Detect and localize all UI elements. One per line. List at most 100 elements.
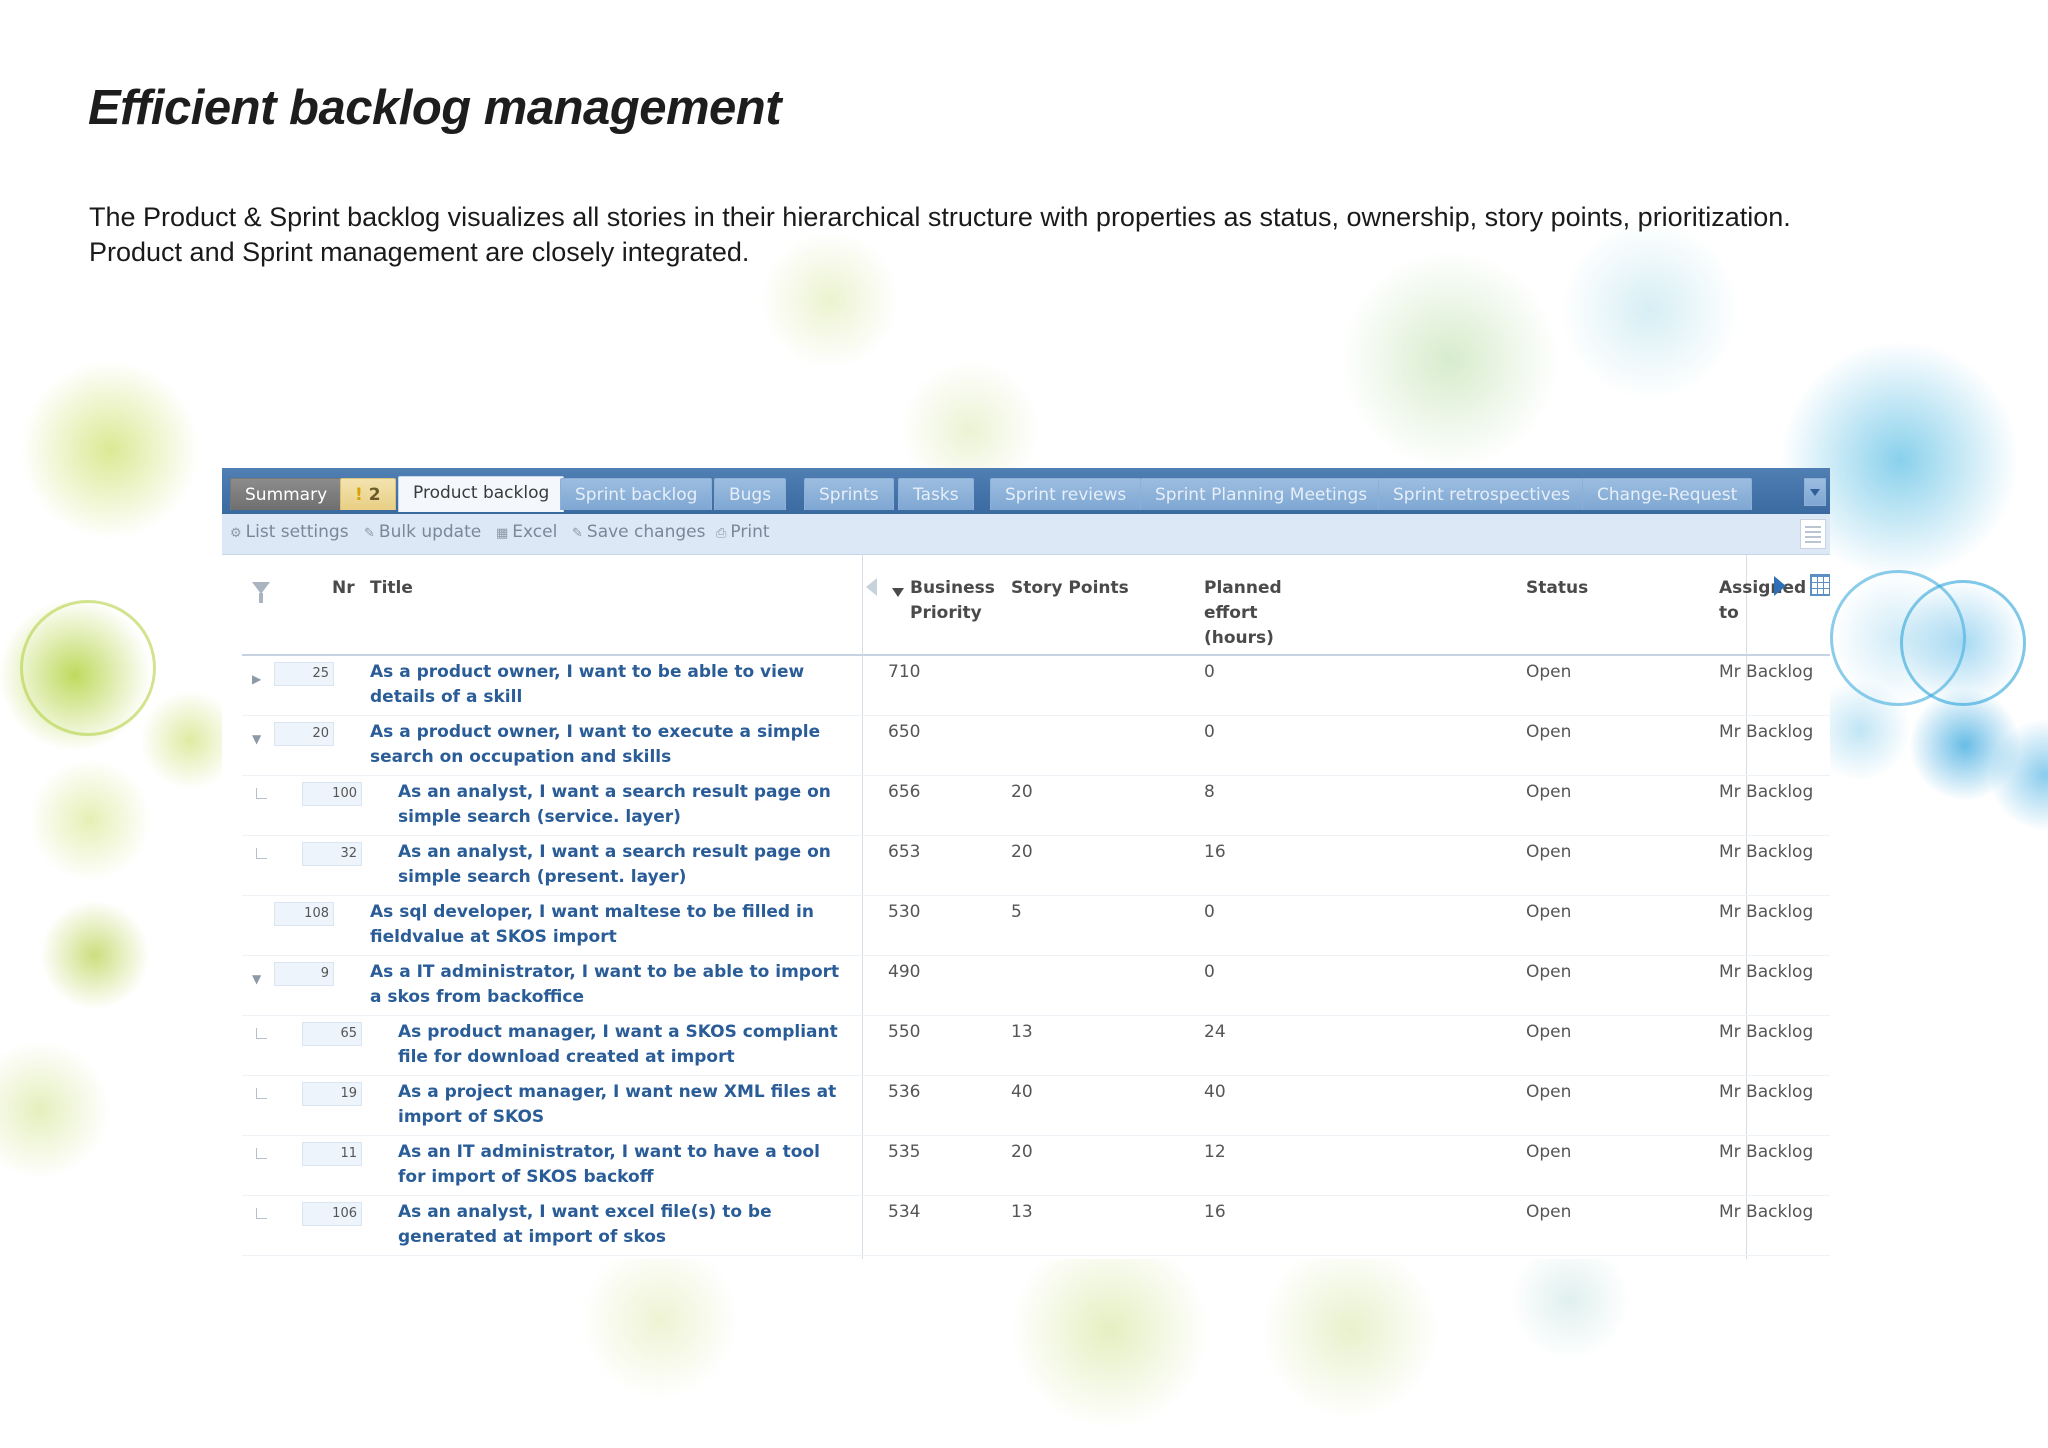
row-nr[interactable]: 100 xyxy=(302,782,362,806)
row-planned-effort[interactable]: 16 xyxy=(1204,840,1226,865)
row-status[interactable]: Open xyxy=(1526,780,1571,805)
tab-bugs[interactable]: Bugs xyxy=(714,478,787,510)
row-status[interactable]: Open xyxy=(1526,900,1571,925)
sheet-view-icon[interactable] xyxy=(1800,519,1826,549)
bulk-update-button[interactable]: ✎ Bulk update xyxy=(364,522,481,542)
tab-summary[interactable]: Summary xyxy=(230,478,343,510)
row-story-points[interactable]: 20 xyxy=(1011,780,1033,805)
row-story-points[interactable]: 13 xyxy=(1011,1200,1033,1225)
row-title-link[interactable]: As product manager, I want a SKOS compli… xyxy=(398,1020,850,1070)
row-assigned-to[interactable]: Mr Backlog xyxy=(1719,780,1813,805)
row-business-priority[interactable]: 656 xyxy=(888,780,920,805)
row-planned-effort[interactable]: 12 xyxy=(1204,1140,1226,1165)
row-assigned-to[interactable]: Mr Backlog xyxy=(1719,900,1813,925)
table-row[interactable]: ▼ 9 As a IT administrator, I want to be ab… xyxy=(242,956,1830,1016)
table-row[interactable]: 32 As an analyst, I want a search result … xyxy=(242,836,1830,896)
tab-tasks[interactable]: Tasks xyxy=(898,478,974,510)
column-header-planned-effort[interactable]: Planned effort (hours) xyxy=(1204,576,1282,651)
row-status[interactable]: Open xyxy=(1526,1200,1571,1225)
collapse-arrow-icon[interactable]: ▼ xyxy=(252,732,261,746)
row-nr[interactable]: 20 xyxy=(274,722,334,746)
column-header-nr[interactable]: Nr xyxy=(332,576,355,601)
row-business-priority[interactable]: 653 xyxy=(888,840,920,865)
row-title-link[interactable]: As a product owner, I want to be able to… xyxy=(370,660,850,710)
excel-button[interactable]: ▦ Excel xyxy=(496,522,557,542)
row-title-link[interactable]: As an analyst, I want a search result pa… xyxy=(398,780,850,830)
tab-alerts[interactable]: ! 2 xyxy=(340,478,396,510)
row-planned-effort[interactable]: 0 xyxy=(1204,720,1215,745)
row-business-priority[interactable]: 536 xyxy=(888,1080,920,1105)
row-status[interactable]: Open xyxy=(1526,1140,1571,1165)
row-assigned-to[interactable]: Mr Backlog xyxy=(1719,1020,1813,1045)
row-nr[interactable]: 25 xyxy=(274,662,334,686)
row-business-priority[interactable]: 650 xyxy=(888,720,920,745)
row-assigned-to[interactable]: Mr Backlog xyxy=(1719,1140,1813,1165)
column-header-business-priority[interactable]: Business Priority xyxy=(910,576,995,626)
row-assigned-to[interactable]: Mr Backlog xyxy=(1719,1200,1813,1225)
tab-sprint-reviews[interactable]: Sprint reviews xyxy=(990,478,1142,510)
filter-icon[interactable] xyxy=(252,582,270,603)
row-business-priority[interactable]: 535 xyxy=(888,1140,920,1165)
row-status[interactable]: Open xyxy=(1526,1080,1571,1105)
column-header-status[interactable]: Status xyxy=(1526,576,1588,601)
row-nr[interactable]: 9 xyxy=(274,962,334,986)
table-row[interactable]: 11 As an IT administrator, I want to have… xyxy=(242,1136,1830,1196)
row-status[interactable]: Open xyxy=(1526,720,1571,745)
collapse-arrow-icon[interactable]: ▼ xyxy=(252,972,261,986)
tab-sprint-retrospectives[interactable]: Sprint retrospectives xyxy=(1378,478,1586,510)
scroll-left-icon[interactable] xyxy=(866,578,877,596)
row-nr[interactable]: 32 xyxy=(302,842,362,866)
tab-sprint-backlog[interactable]: Sprint backlog xyxy=(560,478,713,510)
column-chooser-icon[interactable] xyxy=(1810,574,1830,596)
row-business-priority[interactable]: 710 xyxy=(888,660,920,685)
row-title-link[interactable]: As an analyst, I want a search result pa… xyxy=(398,840,850,890)
table-row[interactable]: 65 As product manager, I want a SKOS comp… xyxy=(242,1016,1830,1076)
row-planned-effort[interactable]: 0 xyxy=(1204,960,1215,985)
column-header-story-points[interactable]: Story Points xyxy=(1011,576,1129,601)
tab-product-backlog[interactable]: Product backlog xyxy=(398,476,565,512)
row-status[interactable]: Open xyxy=(1526,840,1571,865)
table-row[interactable]: ▼ 20 As a product owner, I want to execute… xyxy=(242,716,1830,776)
row-assigned-to[interactable]: Mr Backlog xyxy=(1719,1080,1813,1105)
print-button[interactable]: ⎙ Print xyxy=(716,522,770,542)
row-title-link[interactable]: As a product owner, I want to execute a … xyxy=(370,720,850,770)
row-status[interactable]: Open xyxy=(1526,1020,1571,1045)
tab-sprints[interactable]: Sprints xyxy=(804,478,894,510)
row-story-points[interactable]: 40 xyxy=(1011,1080,1033,1105)
row-nr[interactable]: 108 xyxy=(274,902,334,926)
row-assigned-to[interactable]: Mr Backlog xyxy=(1719,660,1813,685)
row-title-link[interactable]: As sql developer, I want maltese to be f… xyxy=(370,900,850,950)
row-nr[interactable]: 19 xyxy=(302,1082,362,1106)
expand-arrow-icon[interactable]: ▶ xyxy=(252,672,261,686)
row-business-priority[interactable]: 490 xyxy=(888,960,920,985)
table-row[interactable]: 100 As an analyst, I want a search result… xyxy=(242,776,1830,836)
row-story-points[interactable]: 20 xyxy=(1011,1140,1033,1165)
row-planned-effort[interactable]: 0 xyxy=(1204,900,1215,925)
row-planned-effort[interactable]: 40 xyxy=(1204,1080,1226,1105)
row-title-link[interactable]: As a project manager, I want new XML fil… xyxy=(398,1080,850,1130)
scroll-right-icon[interactable] xyxy=(1774,576,1786,596)
row-nr[interactable]: 65 xyxy=(302,1022,362,1046)
row-title-link[interactable]: As a IT administrator, I want to be able… xyxy=(370,960,850,1010)
row-assigned-to[interactable]: Mr Backlog xyxy=(1719,840,1813,865)
row-business-priority[interactable]: 530 xyxy=(888,900,920,925)
list-settings-button[interactable]: ⚙ List settings xyxy=(230,522,349,542)
row-planned-effort[interactable]: 0 xyxy=(1204,660,1215,685)
table-row[interactable]: ▶ 25 As a product owner, I want to be able… xyxy=(242,656,1830,716)
tab-change-request[interactable]: Change-Request xyxy=(1582,478,1753,510)
table-row[interactable]: 106 As an analyst, I want excel file(s) t… xyxy=(242,1196,1830,1256)
row-title-link[interactable]: As an analyst, I want excel file(s) to b… xyxy=(398,1200,850,1250)
row-title-link[interactable]: As an IT administrator, I want to have a… xyxy=(398,1140,850,1190)
column-header-title[interactable]: Title xyxy=(370,576,413,601)
table-row[interactable]: 19 As a project manager, I want new XML f… xyxy=(242,1076,1830,1136)
save-changes-button[interactable]: ✎ Save changes xyxy=(572,522,705,542)
row-assigned-to[interactable]: Mr Backlog xyxy=(1719,720,1813,745)
row-story-points[interactable]: 13 xyxy=(1011,1020,1033,1045)
row-business-priority[interactable]: 534 xyxy=(888,1200,920,1225)
row-nr[interactable]: 11 xyxy=(302,1142,362,1166)
row-planned-effort[interactable]: 24 xyxy=(1204,1020,1226,1045)
row-status[interactable]: Open xyxy=(1526,960,1571,985)
row-nr[interactable]: 106 xyxy=(302,1202,362,1226)
row-planned-effort[interactable]: 16 xyxy=(1204,1200,1226,1225)
row-status[interactable]: Open xyxy=(1526,660,1571,685)
